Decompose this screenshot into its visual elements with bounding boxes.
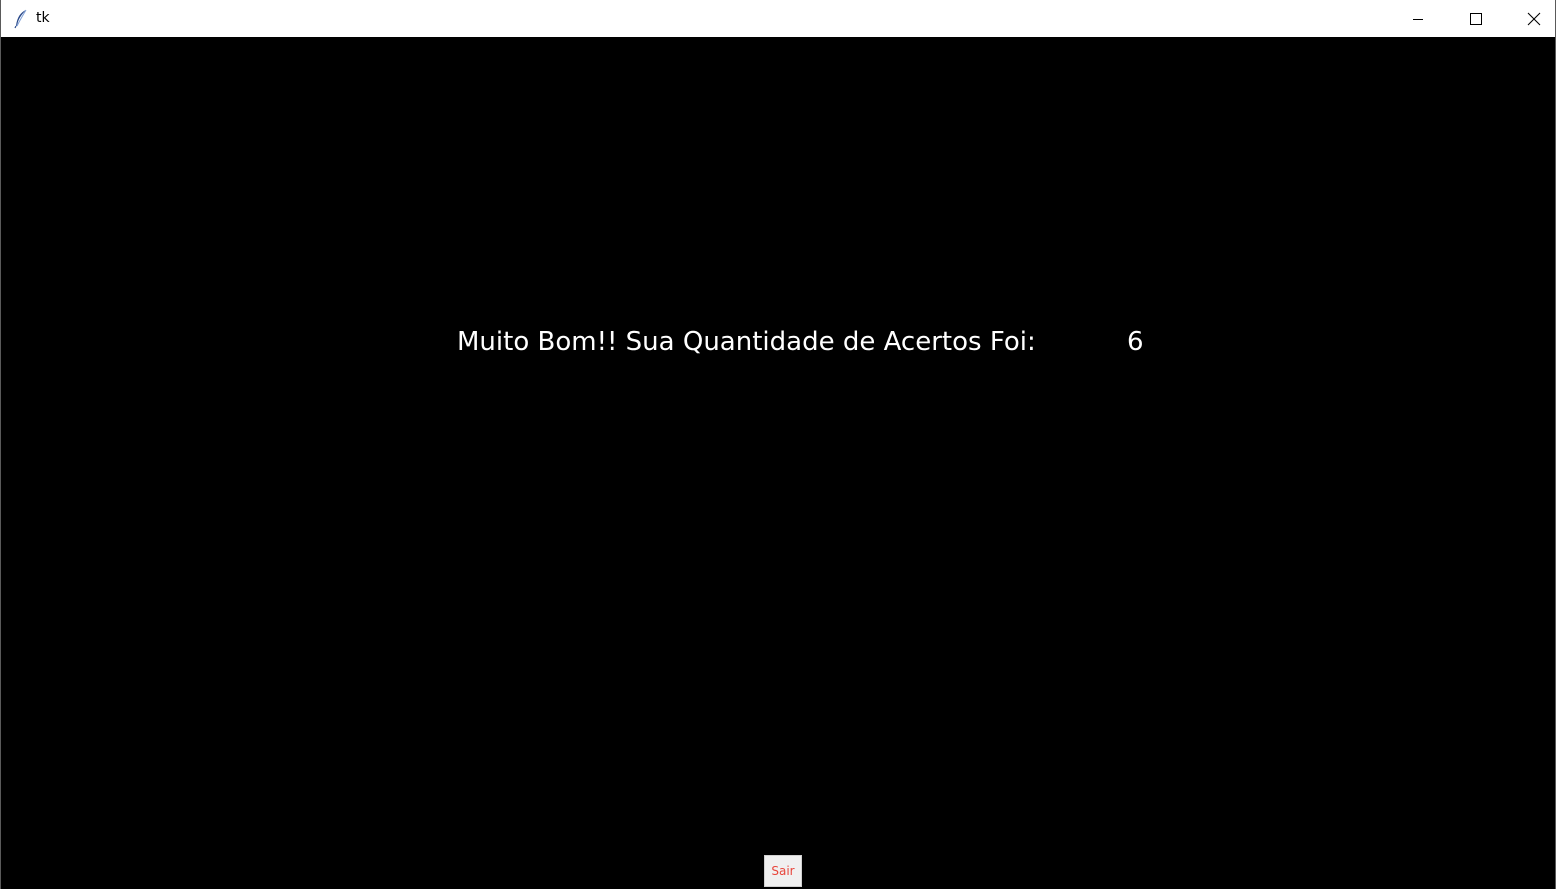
app-window: tk Muito Bom!! Sua Quantidade de Acertos… — [0, 0, 1556, 889]
exit-button[interactable]: Sair — [764, 855, 802, 887]
maximize-button[interactable] — [1447, 0, 1505, 37]
close-icon — [1527, 12, 1541, 26]
maximize-icon — [1470, 12, 1482, 25]
title-bar[interactable]: tk — [1, 0, 1555, 37]
minimize-icon — [1412, 13, 1424, 25]
minimize-button[interactable] — [1389, 0, 1447, 37]
window-title: tk — [36, 10, 50, 26]
result-message: Muito Bom!! Sua Quantidade de Acertos Fo… — [457, 327, 1036, 357]
close-button[interactable] — [1505, 0, 1556, 37]
feather-icon — [13, 9, 29, 29]
score-value: 6 — [1127, 327, 1144, 357]
main-canvas: Muito Bom!! Sua Quantidade de Acertos Fo… — [1, 37, 1555, 889]
